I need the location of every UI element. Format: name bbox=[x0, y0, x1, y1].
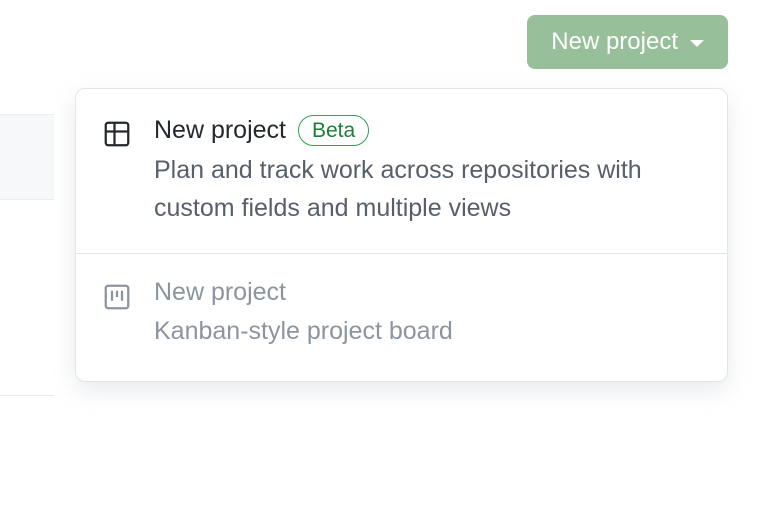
dropdown-item-new-project-beta[interactable]: New project Beta Plan and track work acr… bbox=[76, 89, 727, 254]
dropdown-item-title: New project bbox=[154, 278, 286, 307]
project-board-icon bbox=[102, 282, 132, 312]
dropdown-item-description: Kanban-style project board bbox=[154, 313, 697, 351]
background-band bbox=[0, 114, 54, 200]
table-icon bbox=[102, 119, 132, 149]
dropdown-item-title: New project bbox=[154, 116, 286, 145]
dropdown-item-content: New project Kanban-style project board bbox=[154, 278, 697, 351]
new-project-button[interactable]: New project bbox=[527, 15, 728, 69]
dropdown-item-title-row: New project Beta bbox=[154, 115, 697, 146]
caret-down-icon bbox=[690, 40, 704, 47]
background-divider bbox=[0, 395, 54, 396]
dropdown-item-description: Plan and track work across repositories … bbox=[154, 152, 697, 227]
beta-badge: Beta bbox=[298, 115, 369, 146]
new-project-dropdown: New project Beta Plan and track work acr… bbox=[75, 88, 728, 382]
dropdown-item-new-project-classic[interactable]: New project Kanban-style project board bbox=[76, 254, 727, 381]
new-project-button-label: New project bbox=[551, 28, 678, 56]
dropdown-item-content: New project Beta Plan and track work acr… bbox=[154, 115, 697, 227]
dropdown-item-title-row: New project bbox=[154, 278, 697, 307]
